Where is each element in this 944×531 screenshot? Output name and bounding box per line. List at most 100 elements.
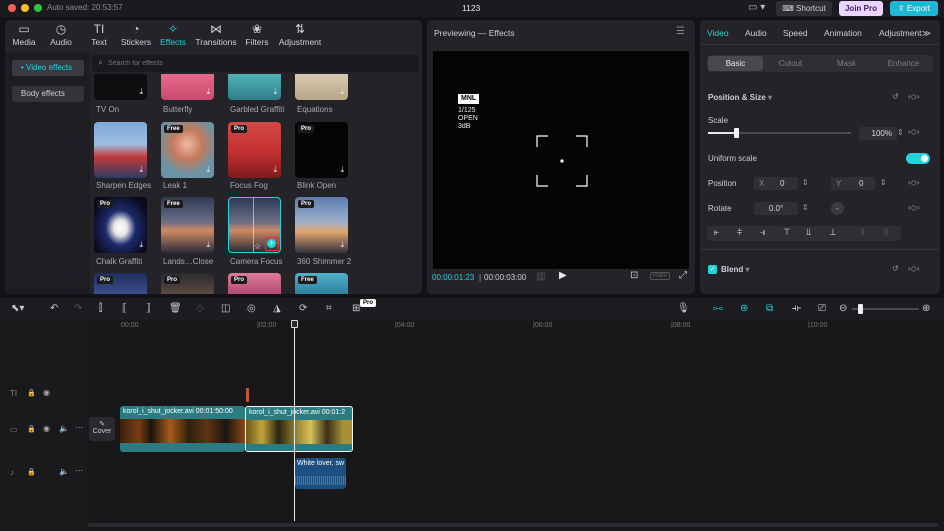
split-left-icon[interactable]: ⟦ [122, 303, 127, 314]
align-center-v-icon[interactable]: ⫫ [806, 227, 811, 238]
tab-audio-props[interactable]: Audio [745, 28, 767, 38]
maximize-window-button[interactable] [34, 4, 42, 12]
speaker-icon[interactable]: 🔈 [59, 424, 69, 433]
download-icon[interactable]: ⤓ [273, 87, 277, 97]
effects-search[interactable]: ⌕ [92, 55, 419, 72]
effect-thumbnail[interactable]: Pro ⤓ [228, 122, 281, 178]
download-icon[interactable]: ⤓ [206, 87, 210, 97]
auto-snap-icon[interactable]: ⊛ [740, 303, 748, 314]
download-icon[interactable]: ⤓ [273, 165, 277, 175]
linkage-icon[interactable]: ⧉ [766, 303, 773, 314]
align-left-icon[interactable]: ⫦ [714, 227, 719, 238]
effect-thumbnail[interactable]: Pro ⤓ [295, 122, 348, 178]
effect-thumbnail[interactable]: ⤓ [94, 74, 147, 100]
play-button[interactable]: ▶ [559, 270, 567, 281]
lock-icon[interactable]: 🔒 [27, 389, 36, 397]
eye-icon[interactable]: ◉ [43, 388, 50, 397]
timeline-scrollbar[interactable] [88, 523, 938, 527]
more-options-icon[interactable]: ⋯ [75, 466, 83, 475]
distribute-v-icon[interactable]: ⫼ [884, 227, 888, 238]
freeze-icon[interactable]: ◫ [221, 303, 230, 314]
effect-thumbnail[interactable]: Free ⤓ [161, 122, 214, 178]
tab-animation[interactable]: Animation [824, 28, 862, 38]
playhead-handle[interactable] [291, 320, 298, 328]
minimize-window-button[interactable] [21, 4, 29, 12]
lock-icon[interactable]: 🔒 [27, 425, 36, 433]
video-canvas[interactable]: MNL 1/125 OPEN 3dB [433, 51, 689, 269]
tab-transitions[interactable]: ⋈ Transitions [195, 22, 237, 47]
speaker-icon[interactable]: 🔈 [59, 467, 69, 476]
audio-clip[interactable]: White lover, sw [295, 458, 346, 489]
stepper-icon[interactable]: ⇕ [897, 128, 904, 137]
tab-filters[interactable]: ❀ Filters [237, 22, 277, 47]
sidebar-item-body-effects[interactable]: Body effects [12, 86, 84, 102]
shield-icon[interactable]: ◇ [196, 303, 204, 314]
video-clip-selected[interactable]: korol_i_shut_jocker.avi 00:01:2 [245, 406, 353, 452]
menu-icon[interactable]: ☰ [676, 26, 685, 37]
zoom-in-icon[interactable]: ⊕ [922, 303, 930, 314]
download-icon[interactable]: ⤓ [206, 165, 210, 175]
tab-video[interactable]: Video [707, 28, 729, 38]
align-right-icon[interactable]: ⫣ [760, 227, 765, 238]
keyframe-diamond-icon[interactable]: ‹◇› [908, 264, 919, 273]
export-button[interactable]: ⇪ Export [890, 1, 938, 16]
play-reverse-icon[interactable]: ◎ [247, 303, 256, 314]
blend-checkbox[interactable]: ✓ [708, 265, 717, 274]
align-top-icon[interactable]: ⊤ [783, 227, 791, 238]
effect-thumbnail[interactable]: Pro ⤓ [295, 197, 348, 253]
reset-icon[interactable]: ↺ [892, 92, 899, 101]
download-icon[interactable]: ⤓ [206, 240, 210, 250]
tab-audio[interactable]: ◷ Audio [41, 22, 81, 47]
video-clip[interactable]: korol_i_shut_jocker.avi 00:01:50:00 [120, 406, 245, 452]
microphone-icon[interactable]: 🎙 [677, 303, 690, 314]
zoom-out-icon[interactable]: ⊖ [839, 303, 847, 314]
effect-thumbnail[interactable]: Free [295, 273, 348, 294]
stepper-icon[interactable]: ⇕ [802, 178, 809, 187]
text-marker[interactable] [246, 388, 249, 402]
lock-icon[interactable]: 🔒 [27, 468, 36, 476]
sidebar-item-video-effects[interactable]: • Video effects [12, 60, 84, 76]
effect-thumbnail[interactable]: Pro ⤓ [94, 197, 147, 253]
effect-thumbnail[interactable]: ⤓ [295, 74, 348, 100]
stepper-icon[interactable]: ⇕ [880, 178, 887, 187]
screenshot-icon[interactable]: ⊡ [630, 270, 638, 281]
download-icon[interactable]: ⤓ [139, 165, 143, 175]
subtab-enhance[interactable]: Enhance [875, 56, 932, 71]
ratio-button[interactable]: Ratio [650, 272, 671, 280]
position-y-field[interactable]: Y0 [831, 177, 875, 190]
playhead-line[interactable] [294, 328, 295, 521]
effect-thumbnail[interactable]: Free ⤓ [161, 197, 214, 253]
tab-adjustment[interactable]: ⇅ Adjustment [277, 22, 323, 47]
distribute-h-icon[interactable]: ⫴ [861, 227, 865, 238]
tab-stickers[interactable]: ◔ Stickers [116, 22, 156, 47]
effect-thumbnail[interactable]: ⤓ [228, 74, 281, 100]
rotate-dial[interactable]: - [831, 202, 844, 215]
keyframe-diamond-icon[interactable]: ‹◇› [908, 127, 919, 136]
split-icon[interactable]: ⫿ [99, 303, 102, 314]
download-icon[interactable]: ⤓ [139, 240, 143, 250]
close-window-button[interactable] [8, 4, 16, 12]
crop-icon[interactable]: ⌗ [326, 303, 332, 314]
join-pro-button[interactable]: Join Pro [839, 1, 883, 16]
select-cursor-icon[interactable]: ⬉▾ [11, 303, 24, 314]
split-right-icon[interactable]: ⟧ [146, 303, 151, 314]
reset-icon[interactable]: ↺ [892, 264, 899, 273]
layout-icon[interactable]: ▭ ▾ [748, 2, 765, 13]
uniform-scale-toggle[interactable] [906, 153, 930, 164]
main-track-magnet-icon[interactable]: ⧟ [713, 303, 723, 314]
effect-thumbnail-selected[interactable]: ☆ + [228, 197, 281, 253]
scale-input[interactable]: 100% [859, 127, 897, 140]
cover-button[interactable]: ✎ Cover [89, 417, 115, 441]
effect-thumbnail[interactable]: ⤓ [94, 122, 147, 178]
subtab-basic[interactable]: Basic [708, 56, 763, 71]
waveform-icon[interactable]: ▥ [536, 271, 545, 282]
fullscreen-icon[interactable]: ⤢ [679, 270, 687, 281]
position-size-header[interactable]: Position & Size ▾ [708, 93, 772, 102]
tab-media[interactable]: ▭ Media [5, 22, 44, 47]
effect-thumbnail[interactable]: Pro [161, 273, 214, 294]
delete-icon[interactable]: 🗑 [169, 303, 182, 314]
screen-icon[interactable]: ⎚ [818, 303, 826, 314]
tab-text[interactable]: TI Text [79, 22, 119, 47]
undo-icon[interactable]: ↶ [50, 303, 58, 314]
zoom-slider-handle[interactable] [858, 304, 863, 314]
